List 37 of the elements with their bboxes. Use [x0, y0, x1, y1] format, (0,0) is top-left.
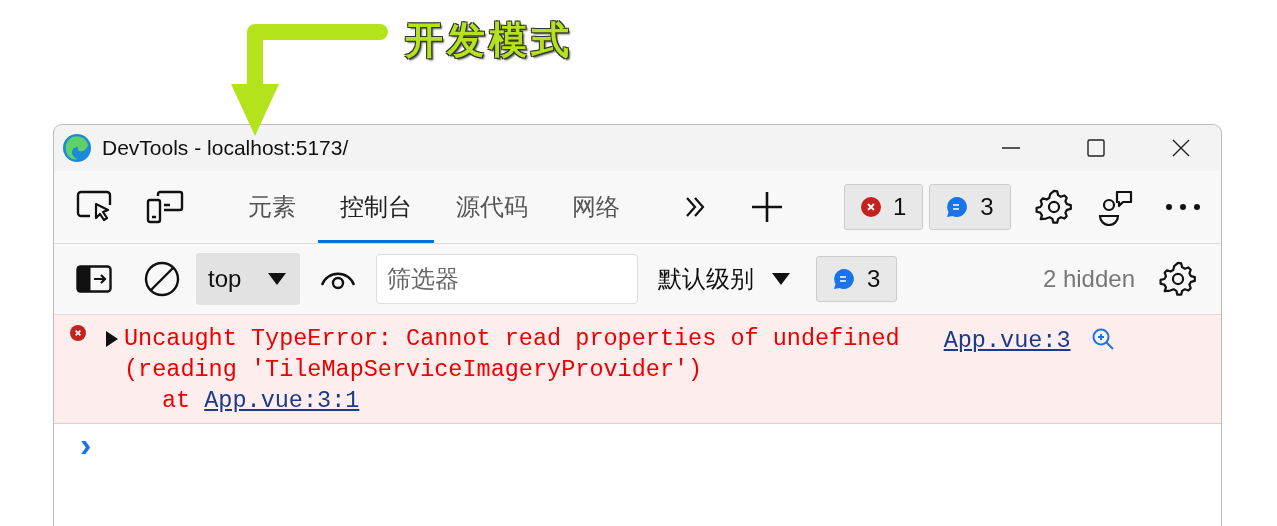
error-icon: [861, 197, 881, 217]
hidden-count: 2 hidden: [1042, 265, 1135, 293]
caret-icon: [268, 273, 286, 285]
error-count-button[interactable]: 1: [844, 184, 924, 230]
context-dropdown[interactable]: top: [196, 253, 300, 305]
prompt-symbol: ›: [80, 425, 92, 463]
message-count-button[interactable]: 3: [929, 184, 1011, 230]
device-icon[interactable]: [146, 190, 184, 224]
plus-icon[interactable]: [750, 190, 784, 224]
clear-icon[interactable]: [144, 261, 180, 297]
tab[interactable]: 元素: [226, 174, 318, 243]
source-link[interactable]: App.vue:3: [943, 325, 1071, 356]
feedback-icon[interactable]: [1096, 188, 1135, 226]
annotation-label: 开发模式: [405, 17, 573, 64]
error-icon: [70, 325, 86, 341]
level-dropdown[interactable]: 默认级别: [650, 263, 798, 295]
settings-icon[interactable]: [1159, 260, 1197, 298]
more-icon[interactable]: [1164, 202, 1201, 212]
stack-prefix: at: [162, 386, 191, 416]
message-icon: [946, 196, 969, 218]
close-icon[interactable]: [1171, 138, 1191, 158]
inspect-icon[interactable]: [76, 190, 114, 224]
expand-icon[interactable]: [104, 331, 118, 347]
filter-field[interactable]: 筛选器: [376, 254, 638, 304]
search-icon[interactable]: [1090, 327, 1115, 351]
tab[interactable]: 网络: [550, 174, 642, 243]
error-message: Uncaught TypeError: Cannot read properties of undefined (reading 'TileMapServiceImageryProvider'): [124, 324, 900, 385]
sidebar-icon[interactable]: [76, 265, 112, 293]
caret-icon: [772, 273, 790, 285]
window-title: DevTools - localhost:5173/: [102, 136, 349, 160]
message-count-button[interactable]: 3: [816, 256, 898, 302]
tab[interactable]: 源代码: [434, 174, 550, 243]
source-link[interactable]: App.vue:3:1: [204, 385, 360, 417]
message-icon: [833, 268, 855, 290]
maximize-icon[interactable]: [1086, 138, 1106, 158]
settings-icon[interactable]: [1034, 188, 1073, 226]
browser-logo-icon: [62, 133, 92, 163]
